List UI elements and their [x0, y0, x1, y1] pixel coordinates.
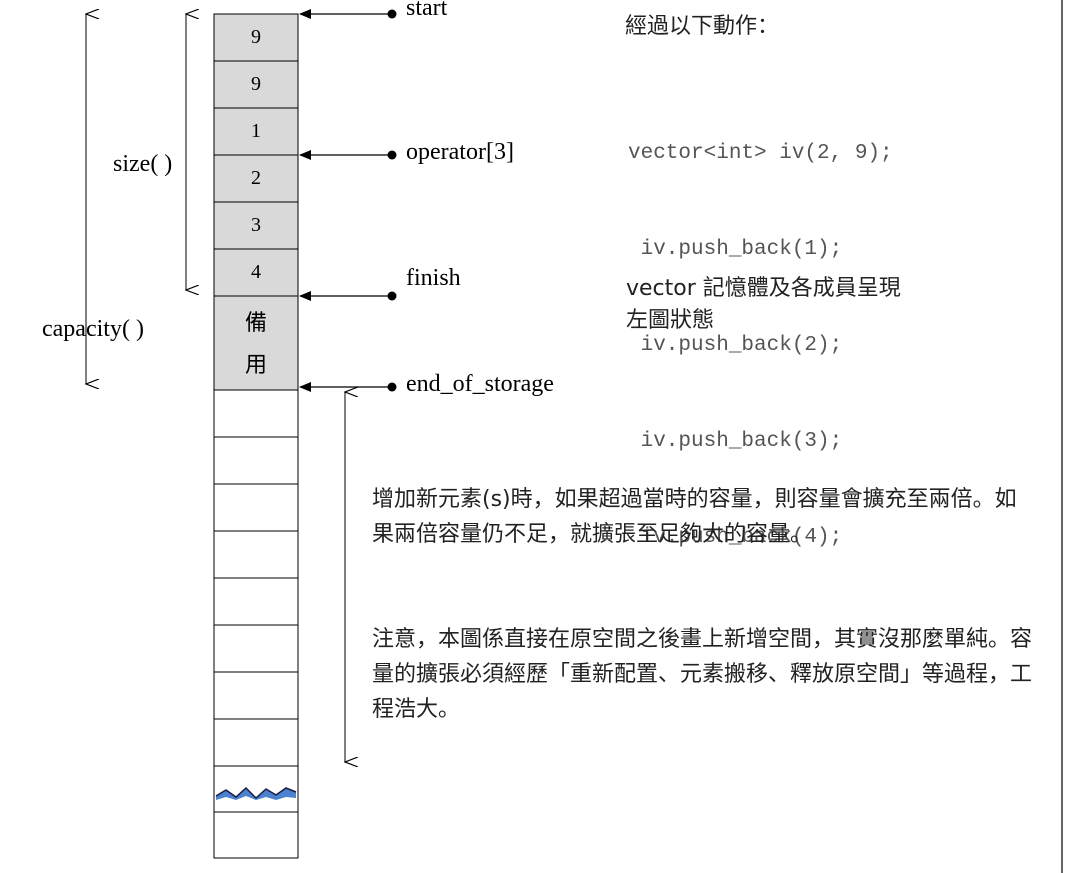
explanation-heading: 經過以下動作： [625, 14, 780, 39]
vector-memory-diagram [0, 0, 1063, 873]
empty-cell [213, 811, 299, 859]
spare-label: 備 [244, 311, 267, 336]
empty-cell [213, 483, 299, 532]
pointer-arrows [299, 9, 397, 392]
operator-label: operator[3] [406, 139, 514, 165]
code-line: vector<int> iv(2, 9); [628, 142, 893, 165]
empty-cell [213, 718, 299, 767]
empty-cell [213, 671, 299, 720]
growth-note: 增加新元素(s)時，如果超過當時的容量，則容量會擴充至兩倍。如果兩倍容量仍不足，… [372, 482, 1032, 552]
code-line: iv.push_back(1); [628, 238, 843, 261]
empty-cell [213, 530, 299, 579]
finish-dot [387, 291, 397, 301]
finish-label: finish [406, 265, 461, 291]
caution-note: 注意，本圖係直接在原空間之後畫上新增空間，其實沒那麼單純。容量的擴張必須經歷「重… [372, 622, 1032, 727]
empty-cell [213, 436, 299, 485]
end-of-storage-dot [387, 382, 397, 392]
end-of-storage-label: end_of_storage [406, 371, 554, 397]
state-text-line: vector 記憶體及各成員呈現 [626, 276, 901, 301]
spare-label: 用 [244, 353, 267, 378]
cell-value: 4 [251, 261, 261, 283]
state-description: vector 記憶體及各成員呈現 左圖狀態 [626, 273, 1026, 337]
start-label: start [406, 0, 448, 21]
empty-cell [213, 577, 299, 626]
caution-note-text: 注意，本圖係直接在原空間之後畫上新增空間，其實沒那麼單純。容量的擴張必須經歷「重… [372, 627, 1033, 722]
cell-value: 1 [251, 120, 261, 142]
size-label: size( ) [113, 151, 173, 177]
cell-value: 9 [251, 73, 261, 95]
cell-value: 3 [251, 214, 261, 236]
empty-cell [213, 389, 299, 438]
capacity-label: capacity( ) [42, 316, 144, 342]
operator-dot [387, 150, 397, 160]
code-line: iv.push_back(3); [628, 430, 843, 453]
growth-note-text: 增加新元素(s)時，如果超過當時的容量，則容量會擴充至兩倍。如果兩倍容量仍不足，… [372, 487, 1017, 547]
state-text-line: 左圖狀態 [626, 308, 715, 333]
empty-cell [213, 624, 299, 673]
cell-value: 9 [251, 26, 261, 48]
start-dot [387, 9, 397, 19]
cell-value: 2 [251, 167, 261, 189]
